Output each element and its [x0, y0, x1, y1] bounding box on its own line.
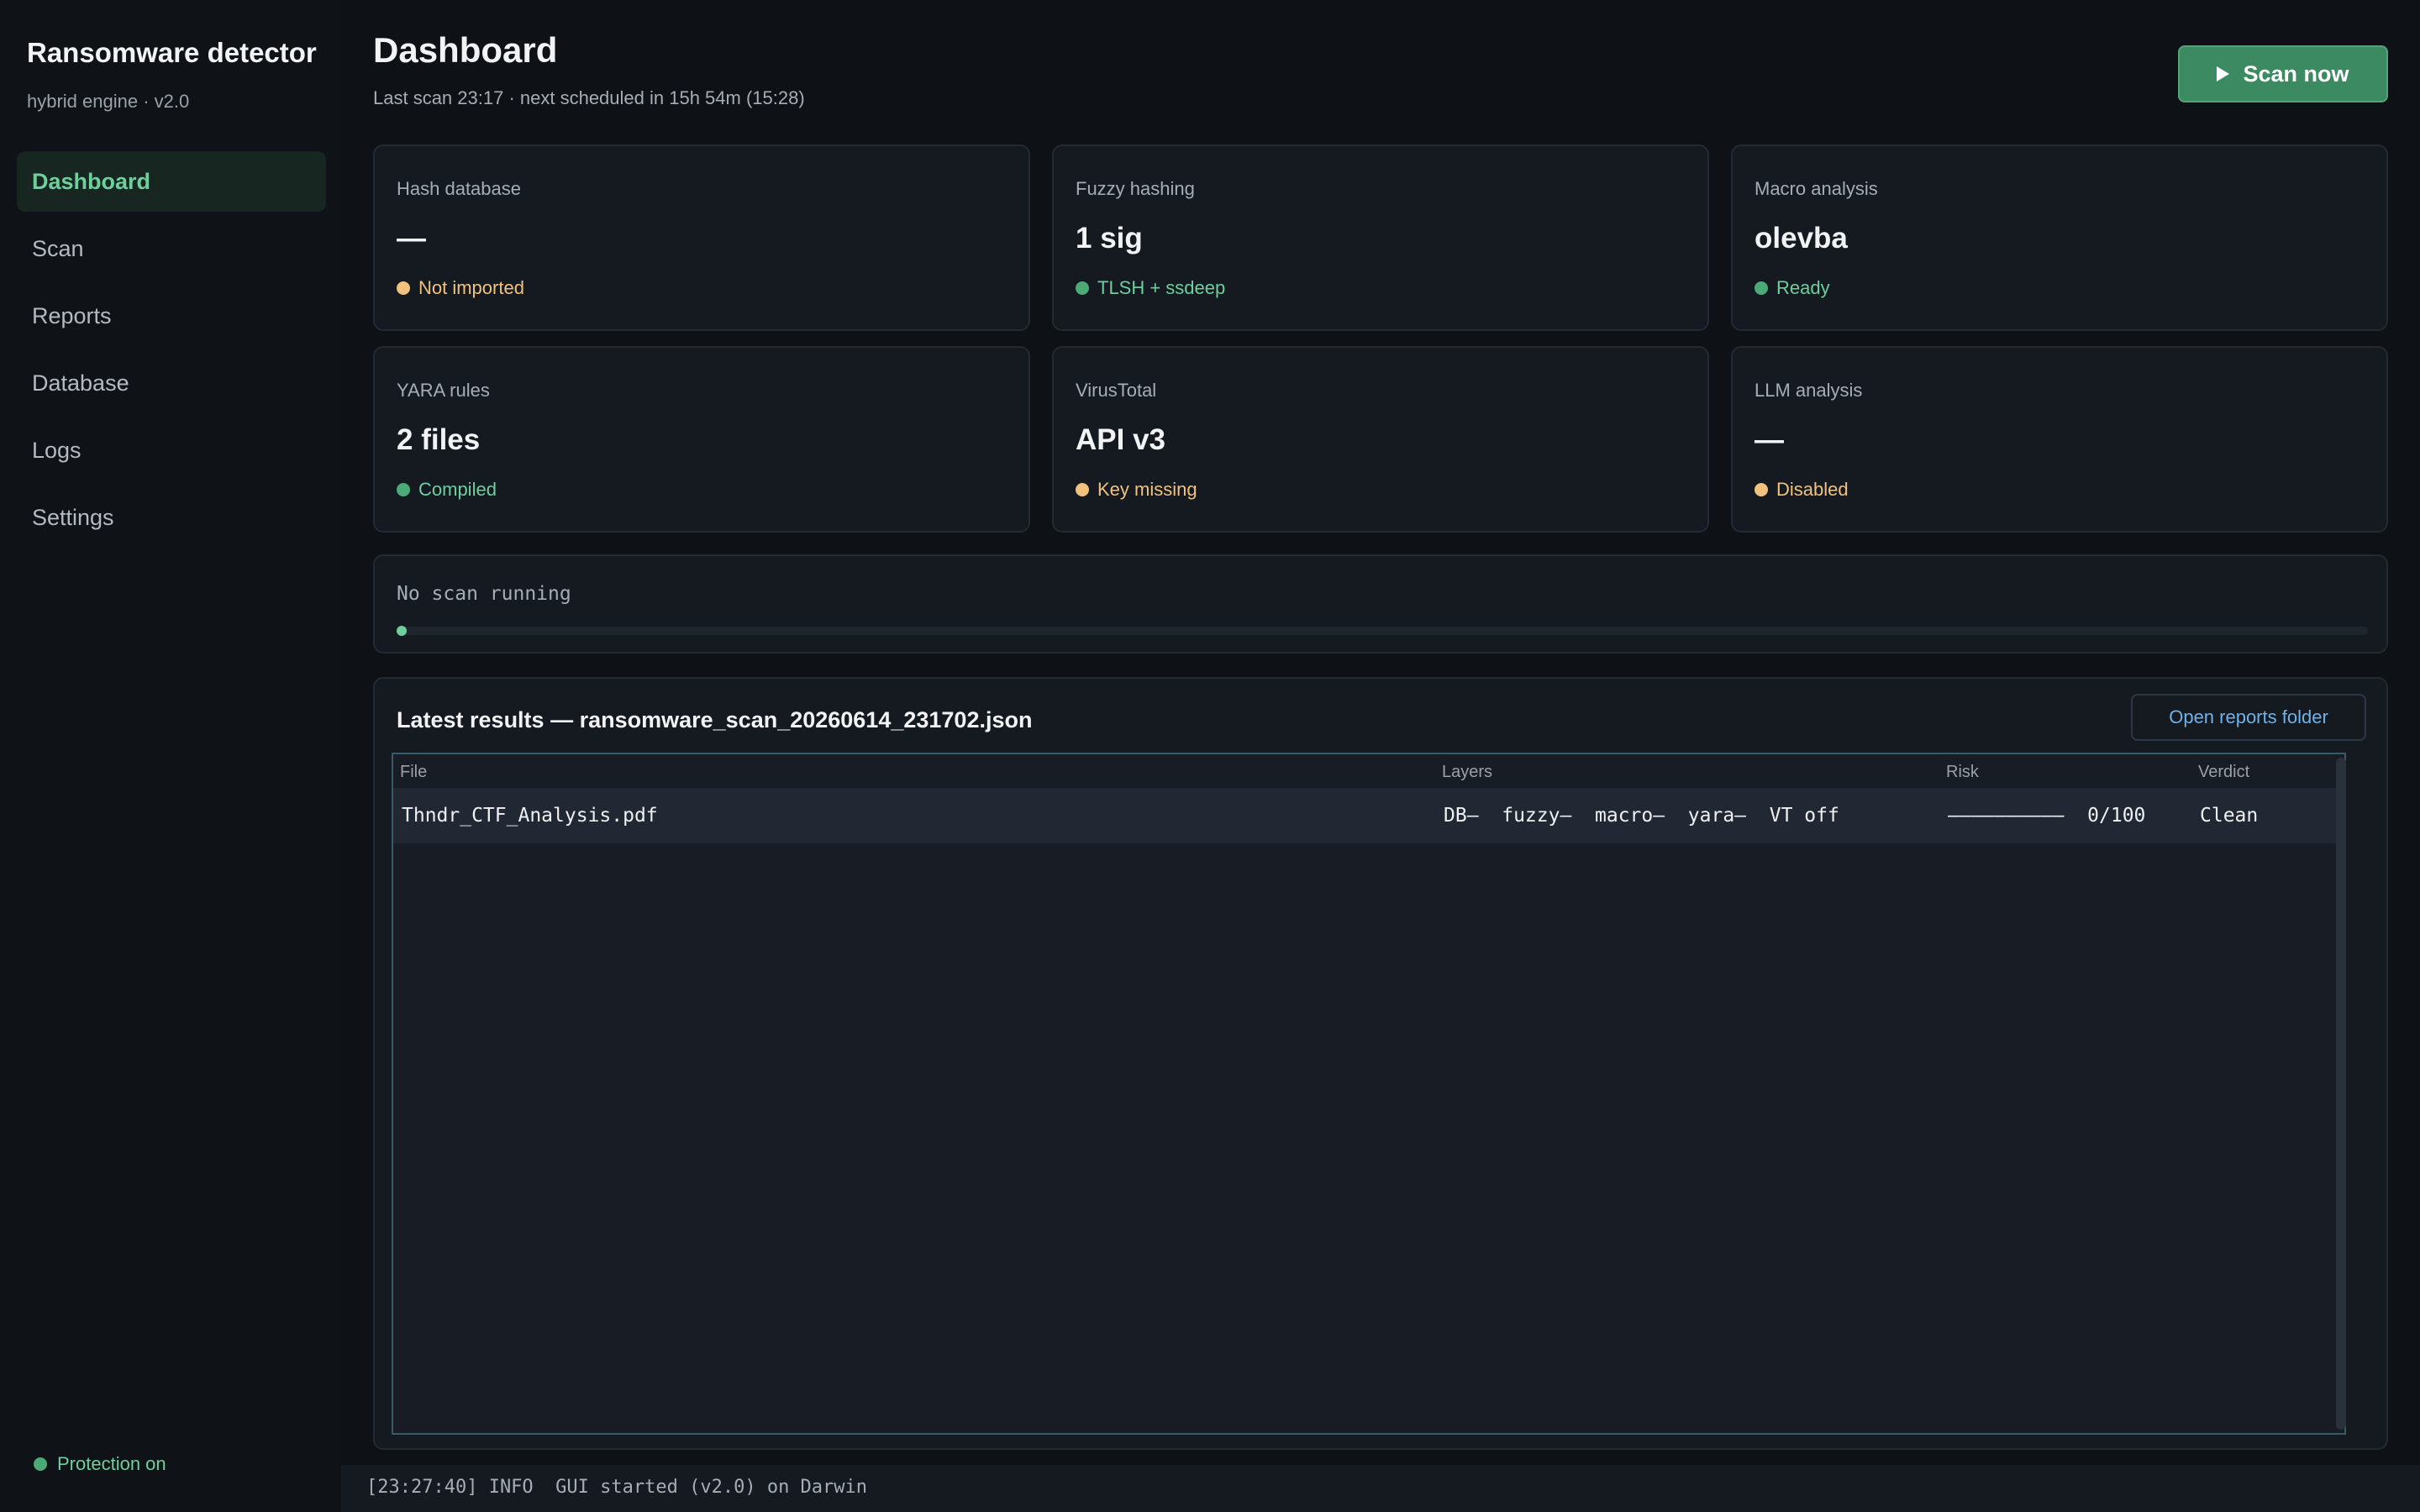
- card-value: —: [1754, 423, 1784, 456]
- column-header-verdict[interactable]: Verdict: [2198, 763, 2249, 782]
- results-panel: Latest results — ransomware_scan_2026061…: [373, 677, 2388, 1450]
- card-status-text: TLSH + ssdeep: [1097, 277, 1226, 298]
- protection-status: Protection on: [34, 1453, 166, 1475]
- card-status-text: Key missing: [1097, 479, 1197, 500]
- card-label: Macro analysis: [1754, 178, 1878, 199]
- protection-label: Protection on: [57, 1453, 166, 1474]
- sidebar: Ransomware detector hybrid engine · v2.0…: [0, 0, 341, 1512]
- card-label: Hash database: [397, 178, 521, 199]
- card-value: —: [397, 222, 426, 255]
- card-value: 2 files: [397, 423, 481, 456]
- card-status-text: Not imported: [418, 277, 524, 298]
- log-bar: [23:27:40] INFO GUI started (v2.0) on Da…: [341, 1465, 2420, 1512]
- app-title: Ransomware detector: [27, 37, 317, 68]
- scan-schedule: Last scan 23:17 · next scheduled in 15h …: [373, 87, 805, 108]
- log-line: [23:27:40] INFO GUI started (v2.0) on Da…: [366, 1477, 868, 1498]
- play-icon: [2217, 66, 2230, 81]
- status-dot-icon: [397, 483, 410, 496]
- table-row[interactable]: Thndr_CTF_Analysis.pdf DB— fuzzy— macro—…: [393, 788, 2344, 843]
- sidebar-nav: Dashboard Scan Reports Database Logs Set…: [17, 151, 326, 554]
- cell-file: Thndr_CTF_Analysis.pdf: [402, 805, 658, 827]
- app-subtitle: hybrid engine · v2.0: [27, 91, 190, 112]
- status-dot-icon: [1076, 281, 1089, 295]
- card-status-text: Ready: [1776, 277, 1830, 298]
- card-fuzzy-hashing: Fuzzy hashing 1 sig TLSH + ssdeep: [1052, 144, 1709, 331]
- card-status-text: Disabled: [1776, 479, 1849, 500]
- card-hash-database: Hash database — Not imported: [373, 144, 1030, 331]
- results-title: Latest results — ransomware_scan_2026061…: [397, 707, 1033, 732]
- progress-fill: [397, 626, 407, 636]
- status-dot-icon: [1754, 483, 1768, 496]
- sidebar-item-logs[interactable]: Logs: [17, 420, 326, 480]
- status-dot-icon: [1076, 483, 1089, 496]
- main-area: Dashboard Last scan 23:17 · next schedul…: [341, 0, 2420, 1512]
- column-header-risk[interactable]: Risk: [1946, 763, 1979, 782]
- status-dot-icon: [34, 1457, 47, 1471]
- scan-now-button[interactable]: Scan now: [2178, 45, 2388, 102]
- card-yara-rules: YARA rules 2 files Compiled: [373, 346, 1030, 533]
- card-value: 1 sig: [1076, 222, 1143, 255]
- card-label: Fuzzy hashing: [1076, 178, 1195, 199]
- scan-progress-panel: No scan running: [373, 554, 2388, 654]
- card-status: Not imported: [397, 277, 524, 299]
- card-label: YARA rules: [397, 380, 490, 401]
- column-header-file[interactable]: File: [400, 763, 427, 782]
- card-label: VirusTotal: [1076, 380, 1157, 401]
- card-status: Disabled: [1754, 479, 1849, 501]
- card-value: API v3: [1076, 423, 1165, 456]
- card-status: Compiled: [397, 479, 497, 501]
- scan-now-label: Scan now: [2243, 60, 2349, 87]
- cell-risk: —————————— 0/100: [1948, 805, 2146, 827]
- card-status-text: Compiled: [418, 479, 497, 500]
- card-status: TLSH + ssdeep: [1076, 277, 1225, 299]
- results-table: File Layers Risk Verdict Thndr_CTF_Analy…: [392, 753, 2346, 1435]
- column-header-layers[interactable]: Layers: [1442, 763, 1492, 782]
- progress-bar: [397, 626, 2368, 636]
- sidebar-item-settings[interactable]: Settings: [17, 487, 326, 548]
- card-status: Key missing: [1076, 479, 1197, 501]
- card-value: olevba: [1754, 222, 1848, 255]
- open-reports-folder-button[interactable]: Open reports folder: [2131, 694, 2366, 741]
- card-llm-analysis: LLM analysis — Disabled: [1731, 346, 2388, 533]
- status-dot-icon: [1754, 281, 1768, 295]
- sidebar-item-dashboard[interactable]: Dashboard: [17, 151, 326, 212]
- table-header: File Layers Risk Verdict: [393, 754, 2344, 788]
- status-dot-icon: [397, 281, 410, 295]
- page-title: Dashboard: [373, 30, 558, 70]
- card-macro-analysis: Macro analysis olevba Ready: [1731, 144, 2388, 331]
- cell-layers: DB— fuzzy— macro— yara— VT off: [1444, 805, 1839, 827]
- sidebar-item-scan[interactable]: Scan: [17, 218, 326, 279]
- card-virustotal: VirusTotal API v3 Key missing: [1052, 346, 1709, 533]
- sidebar-item-database[interactable]: Database: [17, 353, 326, 413]
- card-status: Ready: [1754, 277, 1830, 299]
- scan-status-text: No scan running: [397, 583, 571, 605]
- card-label: LLM analysis: [1754, 380, 1863, 401]
- sidebar-item-reports[interactable]: Reports: [17, 286, 326, 346]
- cell-verdict: Clean: [2200, 805, 2259, 827]
- table-scrollbar[interactable]: [2336, 758, 2346, 1430]
